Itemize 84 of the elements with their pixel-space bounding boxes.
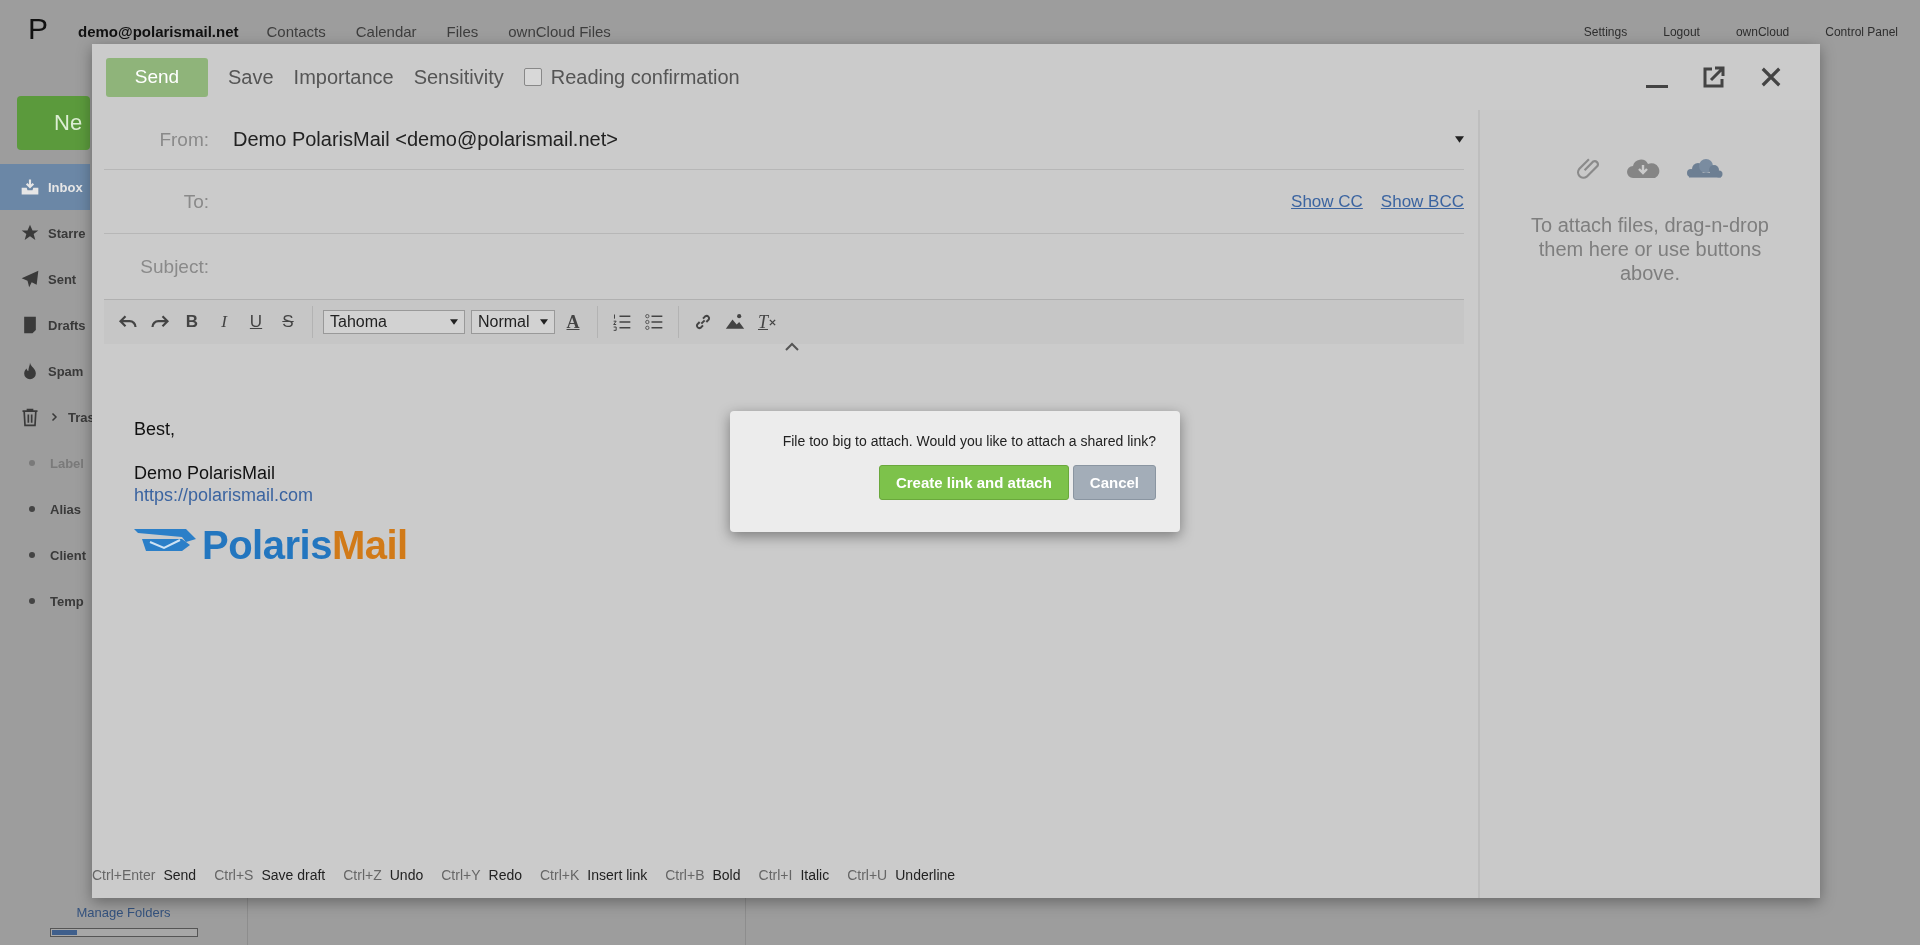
bullet-icon [29,506,35,512]
font-select[interactable]: Tahoma [323,310,465,334]
folder-item[interactable]: Client [0,532,90,578]
shortcut-key: Ctrl+U [847,867,888,883]
star-icon [20,223,40,243]
bullet-icon [29,460,35,466]
folder-item[interactable]: Sent [0,256,90,302]
shortcut-action: Bold [712,867,741,883]
shortcut-action: Italic [800,867,830,883]
cloud-bubbles-icon [1685,157,1723,179]
show-field-link[interactable]: Show CC [1291,191,1363,212]
field-label: Subject: [139,255,209,278]
link-icon [693,312,713,332]
shortcut-key: Ctrl+Y [441,867,481,883]
logo: P [28,14,48,44]
toolbar-action[interactable]: Importance [293,65,394,89]
small-x-icon [769,318,776,326]
shortcut-key: Ctrl+K [540,867,580,883]
folder-item[interactable]: Spam [0,348,90,394]
bullet-icon [29,598,35,604]
field-label: From: [158,128,209,151]
toolbar-action[interactable]: Save [228,65,274,89]
new-button[interactable]: Ne [17,96,90,150]
folder-item[interactable]: Temp [0,578,90,624]
body-text: Demo PolarisMail [134,462,276,485]
shortcut-action: Underline [895,867,956,883]
bold-button[interactable]: B [178,308,206,336]
header-link[interactable]: Settings [1583,26,1628,38]
nav-link[interactable]: ownCloud Files [508,24,611,39]
shortcut-key: Ctrl+B [665,867,705,883]
show-field-link[interactable]: Show BCC [1380,191,1464,212]
nav-link[interactable]: Calendar [355,24,417,39]
shortcut-action: Redo [488,867,522,883]
nav-link[interactable]: Files [446,24,479,39]
shortcut-action: Undo [389,867,424,883]
collapse-caret-icon [785,342,799,351]
close-icon [1760,66,1782,88]
dropdown-caret-icon [450,319,458,325]
shortcut-action: Insert link [587,867,648,883]
attach-hint: To attach files, drag-n-drop them here or use buttons above. [1530,213,1770,285]
dropdown-caret-icon [540,319,548,325]
shortcut-action: Save draft [261,867,326,883]
checkbox-label: Reading confirmation [550,65,740,89]
italic-button[interactable]: I [210,308,238,336]
cancel-button[interactable]: Cancel [1072,465,1156,500]
dialog-message: File too big to attach. Would you like to attach a shared link? [782,433,1156,449]
shortcut-key: Ctrl+I [758,867,793,883]
strikethrough-button[interactable]: S [274,308,302,336]
text-color-button[interactable]: A [559,308,587,336]
size-select[interactable]: Normal [471,310,555,334]
signature-link[interactable]: https://polarismail.com [134,484,314,507]
folder-item[interactable]: Alias [0,486,90,532]
paper-plane-icon [20,269,40,289]
inbox-icon [20,177,40,197]
folder-item[interactable]: Drafts [0,302,90,348]
header-link[interactable]: Logout [1663,26,1700,38]
minimize-icon [1646,85,1668,88]
bullet-list-icon [644,312,664,332]
clear-format-button[interactable]: T [753,308,781,336]
create-link-button[interactable]: Create link and attach [878,465,1069,500]
mountain-icon [724,312,746,332]
from-select[interactable]: Demo PolarisMail <demo@polarismail.net> [233,128,1464,151]
logo-wordmark: PolarisMail [202,524,408,565]
shortcut-key: Ctrl+Z [343,867,382,883]
field-label: To: [182,190,209,213]
shortcut-key: Ctrl+S [214,867,254,883]
header-link[interactable]: Control Panel [1825,26,1898,38]
folder-item[interactable]: Inbox [0,164,90,210]
shortcut-action: Send [163,867,197,883]
underline-button[interactable]: U [242,308,270,336]
manage-folders-link[interactable]: Manage Folders [76,905,171,920]
trash-icon [20,407,40,427]
dropdown-caret-icon [1455,136,1464,143]
numbered-list-icon [612,312,632,332]
nav-link[interactable]: Contacts [266,24,326,39]
bullet-icon [29,552,35,558]
popout-icon [1702,65,1726,89]
header-link[interactable]: ownCloud [1735,26,1790,38]
folder-item[interactable]: Starre [0,210,90,256]
account-name[interactable]: demo@polarismail.net [78,24,239,39]
body-text: Best, [134,419,176,441]
checkbox[interactable] [523,68,542,86]
toolbar-action[interactable]: Sensitivity [413,65,504,89]
shortcut-key: Ctrl+Enter [92,867,156,883]
